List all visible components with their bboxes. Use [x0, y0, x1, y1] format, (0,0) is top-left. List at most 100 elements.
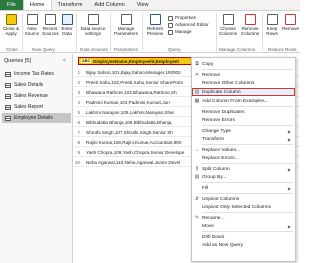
remove-columns-button[interactable]: Remove Columns	[240, 14, 260, 36]
table-cell[interactable]: Bhawana Rathore,103,Bhawana,Rathore,Sh	[82, 90, 208, 95]
properties-button[interactable]: Properties	[168, 15, 196, 21]
query-item-income-tax-rates[interactable]: Income Tax Rates	[2, 69, 71, 79]
menu-item-drill-down[interactable]: Drill Down	[192, 233, 295, 241]
group-query-label: Query	[168, 47, 181, 52]
recent-sources-label: Recent Sources	[42, 26, 59, 36]
group-parameters-label: Parameters	[114, 47, 138, 52]
recent-sources-button[interactable]: Recent Sources	[42, 14, 59, 36]
enter-data-icon	[61, 14, 73, 25]
menu-item-fill[interactable]: Fill ▶	[192, 184, 295, 192]
menu-item-label: Copy	[202, 61, 214, 67]
ribbon-separator	[22, 13, 23, 51]
row-number: 6	[77, 119, 80, 125]
data-source-settings-label: Data source settings	[80, 26, 106, 36]
menu-item-remove[interactable]: ✕ Remove	[192, 71, 295, 79]
manage-parameters-icon	[120, 14, 132, 25]
remove-icon: ✕	[194, 72, 200, 78]
menu-item-change-type[interactable]: Change Type ▶	[192, 127, 295, 135]
menu-divider	[202, 106, 293, 107]
menu-item-replace-errors[interactable]: Replace Errors...	[192, 154, 295, 162]
menu-item-copy[interactable]: ⧉ Copy	[192, 60, 295, 68]
remove-rows-button[interactable]: Remove	[282, 14, 299, 31]
row-number: 2	[77, 79, 80, 85]
column-type-icon[interactable]: ABC	[81, 59, 92, 63]
group-data-sources-label: Data Sources	[80, 47, 108, 52]
table-icon	[5, 115, 11, 121]
submenu-arrow-icon: ▶	[287, 166, 291, 172]
menu-item-unpivot-columns[interactable]: ⇵ Unpivot Columns	[192, 195, 295, 203]
choose-columns-icon	[222, 14, 234, 25]
menu-item-unpivot-only-selected[interactable]: Unpivot Only Selected Columns	[192, 203, 295, 211]
enter-data-label: Enter Data	[61, 26, 73, 36]
query-item-label: Sales Report	[14, 104, 43, 110]
table-cell[interactable]: Bijay Sahoo,101,Bijay,Sahoo,Manager,1000…	[82, 70, 208, 75]
menu-item-label: Remove	[202, 72, 221, 78]
tab-home[interactable]: Home	[22, 0, 52, 10]
query-item-sales-details[interactable]: Sales Details	[2, 80, 71, 90]
menu-item-label: Change Type	[202, 128, 232, 134]
tab-file[interactable]: File	[0, 0, 23, 10]
menu-item-label: Add as New Query	[202, 242, 244, 248]
tab-transform[interactable]: Transform	[52, 0, 89, 10]
keep-rows-button[interactable]: Keep Rows	[264, 14, 280, 36]
menu-item-replace-values[interactable]: ↔ Replace Values...	[192, 146, 295, 154]
ribbon-separator	[76, 13, 77, 51]
new-source-icon	[26, 14, 38, 25]
menu-item-add-as-new-query[interactable]: Add as New Query	[192, 241, 295, 249]
menu-item-move[interactable]: Move ▶	[192, 222, 295, 230]
query-item-sales-revenue[interactable]: Sales Revenue	[2, 91, 71, 101]
submenu-arrow-icon: ▶	[287, 185, 291, 191]
new-source-button[interactable]: New Source	[24, 14, 40, 36]
advanced-editor-button[interactable]: Advanced Editor	[168, 22, 209, 28]
menu-item-rename[interactable]: ✎ Rename...	[192, 214, 295, 222]
table-cell[interactable]: Rajini Kumar,108,Rajini,Kumar,Accountant…	[82, 140, 208, 145]
group-close-label: Close	[6, 47, 18, 52]
enter-data-button[interactable]: Enter Data	[60, 14, 74, 36]
table-cell[interactable]: Bibhudatta Bhanja,106,Bibhudatta,Bhanja,	[82, 120, 208, 125]
collapse-pane-button[interactable]: <	[63, 58, 66, 64]
menu-divider	[202, 182, 293, 183]
manage-button[interactable]: Manage	[168, 29, 192, 35]
menu-divider	[202, 125, 293, 126]
query-item-employee-details[interactable]: Employee Details	[2, 113, 71, 123]
menu-item-group-by[interactable]: ▤ Group By...	[192, 173, 295, 181]
data-source-settings-button[interactable]: Data source settings	[78, 14, 108, 36]
table-cell[interactable]: Shruthi Singh,107,Shruthi,Singh,Senior S…	[82, 130, 208, 135]
submenu-arrow-icon: ▶	[287, 128, 291, 134]
query-item-sales-report[interactable]: Sales Report	[2, 102, 71, 112]
menu-item-transform[interactable]: Transform ▶	[192, 135, 295, 143]
menu-divider	[202, 69, 293, 70]
table-cell[interactable]: Padmini Kumari,104,Padmini,Kumari,Jun	[82, 100, 208, 105]
row-number: 8	[77, 139, 80, 145]
refresh-preview-button[interactable]: Refresh Preview	[144, 14, 166, 36]
tab-view[interactable]: View	[131, 0, 155, 10]
table-cell[interactable]: Neha Agarwal,110,Neha,Agarwal,Junior Dev…	[82, 160, 208, 165]
table-cell[interactable]: Lakhmi Narayan,105,Lakhmi,Narayan,Shar	[82, 110, 208, 115]
row-number: 5	[77, 109, 80, 115]
group-icon: ▤	[194, 174, 200, 180]
row-number: 7	[77, 129, 80, 135]
choose-columns-label: Choose Columns	[218, 26, 238, 36]
add-example-icon: ▦	[194, 98, 200, 104]
menu-item-add-column-from-examples[interactable]: ▦ Add Column From Examples...	[192, 97, 295, 105]
menu-item-split-column[interactable]: ⫼ Split Column ▶	[192, 165, 295, 173]
close-apply-button[interactable]: Close & Apply	[2, 14, 20, 36]
menu-item-remove-errors[interactable]: Remove Errors	[192, 116, 295, 124]
menu-item-remove-other-columns[interactable]: Remove Other Columns	[192, 79, 295, 87]
advanced-editor-icon	[168, 22, 173, 28]
remove-rows-icon	[284, 14, 296, 25]
manage-parameters-button[interactable]: Manage Parameters	[112, 14, 140, 36]
menu-divider	[202, 144, 293, 145]
keep-rows-label: Keep Rows	[266, 26, 278, 36]
table-icon	[5, 93, 11, 99]
recent-sources-icon	[44, 14, 56, 25]
table-cell[interactable]: Yash Chopra,109,Yash,Chopra,Senior Devel…	[82, 150, 208, 155]
choose-columns-button[interactable]: Choose Columns	[218, 14, 238, 36]
tab-add-column[interactable]: Add Column	[88, 0, 130, 10]
refresh-icon	[149, 14, 161, 25]
table-cell[interactable]: Preeti Sahu,102,Preeti,Sahu,Senior Share…	[82, 80, 208, 85]
menu-item-remove-duplicates[interactable]: Remove Duplicates	[192, 108, 295, 116]
group-reduce-rows-label: Reduce Rows	[268, 47, 297, 52]
menu-item-duplicate-column[interactable]: ▥ Duplicate Column	[192, 88, 295, 96]
menu-item-label: Split Column	[202, 166, 230, 172]
